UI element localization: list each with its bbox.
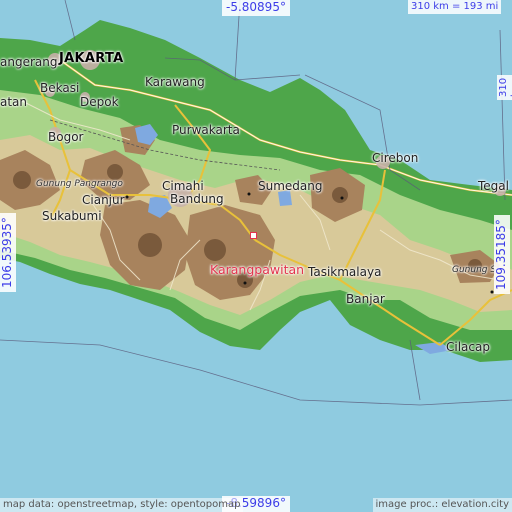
terrain-layer <box>0 0 512 512</box>
scale-horizontal-label: 310 km = 193 mi <box>408 0 502 14</box>
place-karangpawitan[interactable]: Karangpawitan <box>210 263 304 277</box>
coord-right-label: 109.35185° <box>494 215 510 294</box>
place-karawang[interactable]: Karawang <box>145 76 205 88</box>
place-tasikmalaya[interactable]: Tasikmalaya <box>308 266 381 278</box>
place-tegal[interactable]: Tegal <box>478 180 509 192</box>
coord-top-label: -5.80895° <box>222 0 290 16</box>
place-depok[interactable]: Depok <box>80 96 119 108</box>
place-bogor[interactable]: Bogor <box>48 131 83 143</box>
scale-vertical-label: 310 km = 193 mi <box>497 74 512 100</box>
place-gunung-s[interactable]: Gunung S <box>452 266 496 275</box>
place-cilacap[interactable]: Cilacap <box>446 341 490 353</box>
credit-map-data: map data: openstreetmap, style: opentopo… <box>0 498 244 512</box>
place-gunung-pangrango[interactable]: Gunung Pangrango <box>36 180 123 189</box>
target-marker-icon[interactable] <box>250 232 257 239</box>
coord-left-label: 106.53935° <box>0 213 16 292</box>
map-canvas[interactable]: JAKARTA angerang Bekasi atan Depok Karaw… <box>0 0 512 512</box>
place-bandung[interactable]: Bandung <box>170 193 224 205</box>
place-bekasi[interactable]: Bekasi <box>40 82 79 94</box>
place-purwakarta[interactable]: Purwakarta <box>172 124 240 136</box>
credit-image-proc: image proc.: elevation.city <box>372 498 512 512</box>
place-cirebon[interactable]: Cirebon <box>372 152 418 164</box>
place-batan[interactable]: atan <box>0 96 27 108</box>
place-cianjur[interactable]: Cianjur <box>82 194 125 206</box>
place-sumedang[interactable]: Sumedang <box>258 180 323 192</box>
place-sukabumi[interactable]: Sukabumi <box>42 210 102 222</box>
place-banjar[interactable]: Banjar <box>346 293 385 305</box>
place-cimahi[interactable]: Cimahi <box>162 180 204 192</box>
place-tangerang[interactable]: angerang <box>0 56 57 68</box>
place-jakarta[interactable]: JAKARTA <box>59 52 123 65</box>
